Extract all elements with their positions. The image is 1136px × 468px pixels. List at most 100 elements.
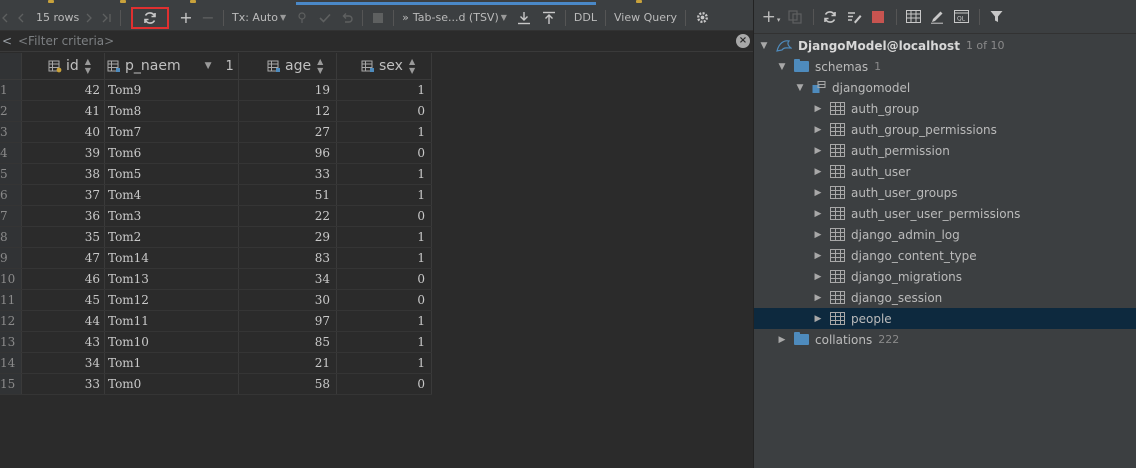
- cell-sex[interactable]: 1: [337, 227, 432, 247]
- add-icon[interactable]: + ▾: [760, 6, 782, 28]
- cell-age[interactable]: 97: [239, 311, 337, 331]
- table-row[interactable]: 14 34 Tom1 21 1: [0, 353, 432, 374]
- table-row[interactable]: 4 39 Tom6 96 0: [0, 143, 432, 164]
- cell-sex[interactable]: 0: [337, 143, 432, 163]
- tree-node-table[interactable]: ▶ auth_group_permissions: [754, 119, 1136, 140]
- tree-node-table[interactable]: ▶ auth_permission: [754, 140, 1136, 161]
- add-row-icon[interactable]: +: [175, 7, 197, 29]
- cell-sex[interactable]: 0: [337, 374, 432, 394]
- cell-age[interactable]: 85: [239, 332, 337, 352]
- import-icon[interactable]: [537, 7, 561, 29]
- cell-sex[interactable]: 1: [337, 353, 432, 373]
- cell-sex[interactable]: 1: [337, 332, 432, 352]
- cell-sex[interactable]: 0: [337, 206, 432, 226]
- cell-age[interactable]: 58: [239, 374, 337, 394]
- refresh-icon[interactable]: [819, 6, 841, 28]
- cell-id[interactable]: 38: [22, 164, 105, 184]
- chevron-right-icon[interactable]: ▶: [812, 293, 824, 303]
- cell-p-naem[interactable]: Tom2: [105, 227, 239, 247]
- cell-p-naem[interactable]: Tom3: [105, 206, 239, 226]
- cell-age[interactable]: 30: [239, 290, 337, 310]
- cell-age[interactable]: 96: [239, 143, 337, 163]
- filter-input[interactable]: <Filter criteria>: [16, 34, 736, 48]
- table-row[interactable]: 9 47 Tom14 83 1: [0, 248, 432, 269]
- tree-node-table[interactable]: ▶ django_migrations: [754, 266, 1136, 287]
- delete-row-icon[interactable]: −: [197, 7, 219, 29]
- chevron-down-icon[interactable]: ▼: [776, 62, 788, 72]
- cell-age[interactable]: 12: [239, 101, 337, 121]
- table-row[interactable]: 15 33 Tom0 58 0: [0, 374, 432, 395]
- chevron-right-icon[interactable]: ▶: [812, 167, 824, 177]
- export-icon[interactable]: [511, 7, 537, 29]
- chevron-right-icon[interactable]: ▶: [812, 188, 824, 198]
- stop-icon[interactable]: [367, 7, 389, 29]
- extractor-format-dropdown[interactable]: » Tab-se...d (TSV) ▼: [398, 7, 511, 29]
- clear-filter-icon[interactable]: ×: [736, 34, 750, 48]
- cell-p-naem[interactable]: Tom5: [105, 164, 239, 184]
- column-header-p-naem[interactable]: p_naem ▼ 1: [105, 53, 239, 79]
- table-row[interactable]: 10 46 Tom13 34 0: [0, 269, 432, 290]
- cell-p-naem[interactable]: Tom0: [105, 374, 239, 394]
- cell-age[interactable]: 22: [239, 206, 337, 226]
- cell-sex[interactable]: 0: [337, 101, 432, 121]
- last-page-icon[interactable]: [98, 7, 116, 29]
- cell-id[interactable]: 40: [22, 122, 105, 142]
- cell-p-naem[interactable]: Tom9: [105, 80, 239, 100]
- chevron-right-icon[interactable]: ▶: [776, 335, 788, 345]
- cell-age[interactable]: 21: [239, 353, 337, 373]
- table-row[interactable]: 12 44 Tom11 97 1: [0, 311, 432, 332]
- cell-sex[interactable]: 0: [337, 290, 432, 310]
- cell-p-naem[interactable]: Tom14: [105, 248, 239, 268]
- table-row[interactable]: 11 45 Tom12 30 0: [0, 290, 432, 311]
- transaction-mode-dropdown[interactable]: Tx: Auto ▼: [228, 7, 290, 29]
- cell-p-naem[interactable]: Tom10: [105, 332, 239, 352]
- table-row[interactable]: 7 36 Tom3 22 0: [0, 206, 432, 227]
- copy-icon[interactable]: [784, 6, 806, 28]
- cell-id[interactable]: 45: [22, 290, 105, 310]
- tree-node-table[interactable]: ▶ django_content_type: [754, 245, 1136, 266]
- tree-node-datasource[interactable]: ▼ DjangoModel@localhost 1 of 10: [754, 35, 1136, 56]
- chevron-right-icon[interactable]: ▶: [812, 314, 824, 324]
- cell-p-naem[interactable]: Tom13: [105, 269, 239, 289]
- edit-data-source-icon[interactable]: [843, 6, 865, 28]
- cell-id[interactable]: 35: [22, 227, 105, 247]
- chevron-right-icon[interactable]: ▶: [812, 104, 824, 114]
- cell-age[interactable]: 27: [239, 122, 337, 142]
- chevron-down-icon[interactable]: ▼: [758, 41, 770, 51]
- ddl-button[interactable]: DDL: [570, 7, 601, 29]
- chevron-right-icon[interactable]: ▶: [812, 272, 824, 282]
- cell-id[interactable]: 46: [22, 269, 105, 289]
- tree-node-collations[interactable]: ▶ collations 222: [754, 329, 1136, 350]
- row-count-label[interactable]: 15 rows: [30, 7, 80, 29]
- cell-sex[interactable]: 1: [337, 164, 432, 184]
- chevron-down-icon[interactable]: ▼: [794, 83, 806, 93]
- tree-node-table[interactable]: ▶ django_session: [754, 287, 1136, 308]
- settings-button[interactable]: [690, 7, 714, 29]
- cell-sex[interactable]: 1: [337, 311, 432, 331]
- tree-node-table[interactable]: ▶ django_admin_log: [754, 224, 1136, 245]
- cell-id[interactable]: 44: [22, 311, 105, 331]
- cell-age[interactable]: 83: [239, 248, 337, 268]
- cell-p-naem[interactable]: Tom12: [105, 290, 239, 310]
- tree-node-table[interactable]: ▶ auth_user_groups: [754, 182, 1136, 203]
- cell-sex[interactable]: 0: [337, 269, 432, 289]
- cell-p-naem[interactable]: Tom1: [105, 353, 239, 373]
- tree-node-table[interactable]: ▶ auth_user_user_permissions: [754, 203, 1136, 224]
- cell-p-naem[interactable]: Tom4: [105, 185, 239, 205]
- cell-id[interactable]: 43: [22, 332, 105, 352]
- cell-p-naem[interactable]: Tom8: [105, 101, 239, 121]
- chevron-right-icon[interactable]: ▶: [812, 251, 824, 261]
- table-row[interactable]: 2 41 Tom8 12 0: [0, 101, 432, 122]
- prev-page-icon[interactable]: [12, 7, 30, 29]
- tree-node-schema[interactable]: ▼ djangomodel: [754, 77, 1136, 98]
- cell-age[interactable]: 34: [239, 269, 337, 289]
- table-row[interactable]: 13 43 Tom10 85 1: [0, 332, 432, 353]
- cell-p-naem[interactable]: Tom6: [105, 143, 239, 163]
- rollback-icon[interactable]: [336, 7, 358, 29]
- transaction-icon[interactable]: [290, 7, 314, 29]
- cell-id[interactable]: 37: [22, 185, 105, 205]
- view-query-button[interactable]: View Query: [610, 7, 681, 29]
- tree-node-schemas[interactable]: ▼ schemas 1: [754, 56, 1136, 77]
- cell-id[interactable]: 47: [22, 248, 105, 268]
- tree-node-table[interactable]: ▶ people: [754, 308, 1136, 329]
